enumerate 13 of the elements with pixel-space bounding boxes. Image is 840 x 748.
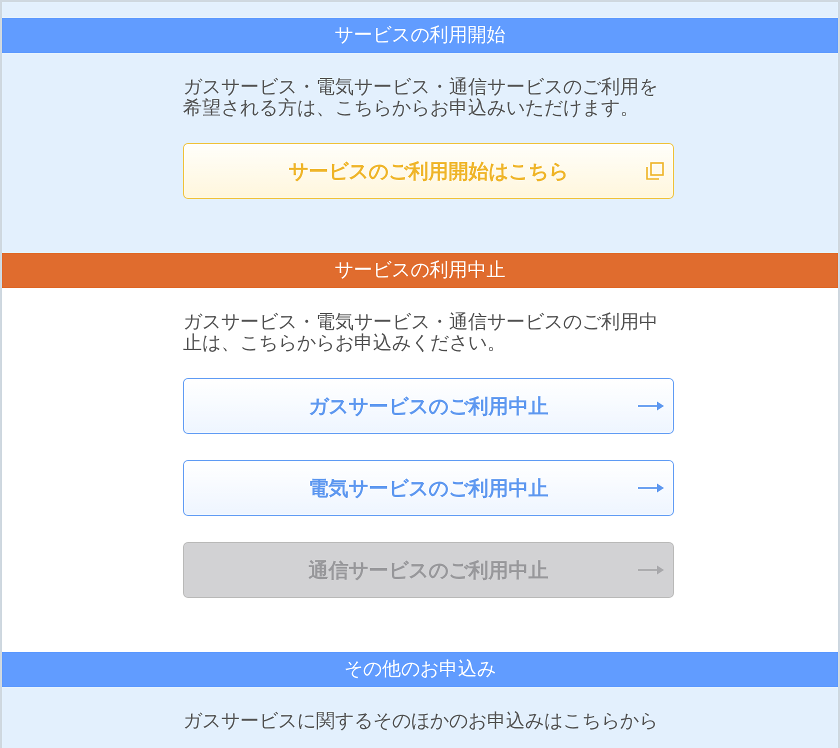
section-header: サービスの利用中止 xyxy=(2,253,838,288)
section-header: その他のお申込み xyxy=(2,652,838,687)
service-stop-button[interactable]: 電気サービスのご利用中止 xyxy=(183,460,674,516)
service-stop-button[interactable]: ガスサービスのご利用中止 xyxy=(183,378,674,434)
arrow-icon xyxy=(637,564,665,576)
section-description: ガスサービス・電気サービス・通信サービスのご利用を希望される方は、こちらからお申込みいただけます。 xyxy=(183,77,659,119)
arrow-icon xyxy=(637,400,665,412)
copy-icon xyxy=(645,161,665,181)
service-start-button[interactable]: サービスのご利用開始はこちら xyxy=(183,143,674,199)
section-description: ガスサービス・電気サービス・通信サービスのご利用中止は、こちらからお申込みください。 xyxy=(183,312,659,354)
section-header: サービスの利用開始 xyxy=(2,18,838,53)
arrow-icon xyxy=(637,482,665,494)
section-description: ガスサービスに関するそのほかのお申込みはこちらから xyxy=(183,711,659,732)
